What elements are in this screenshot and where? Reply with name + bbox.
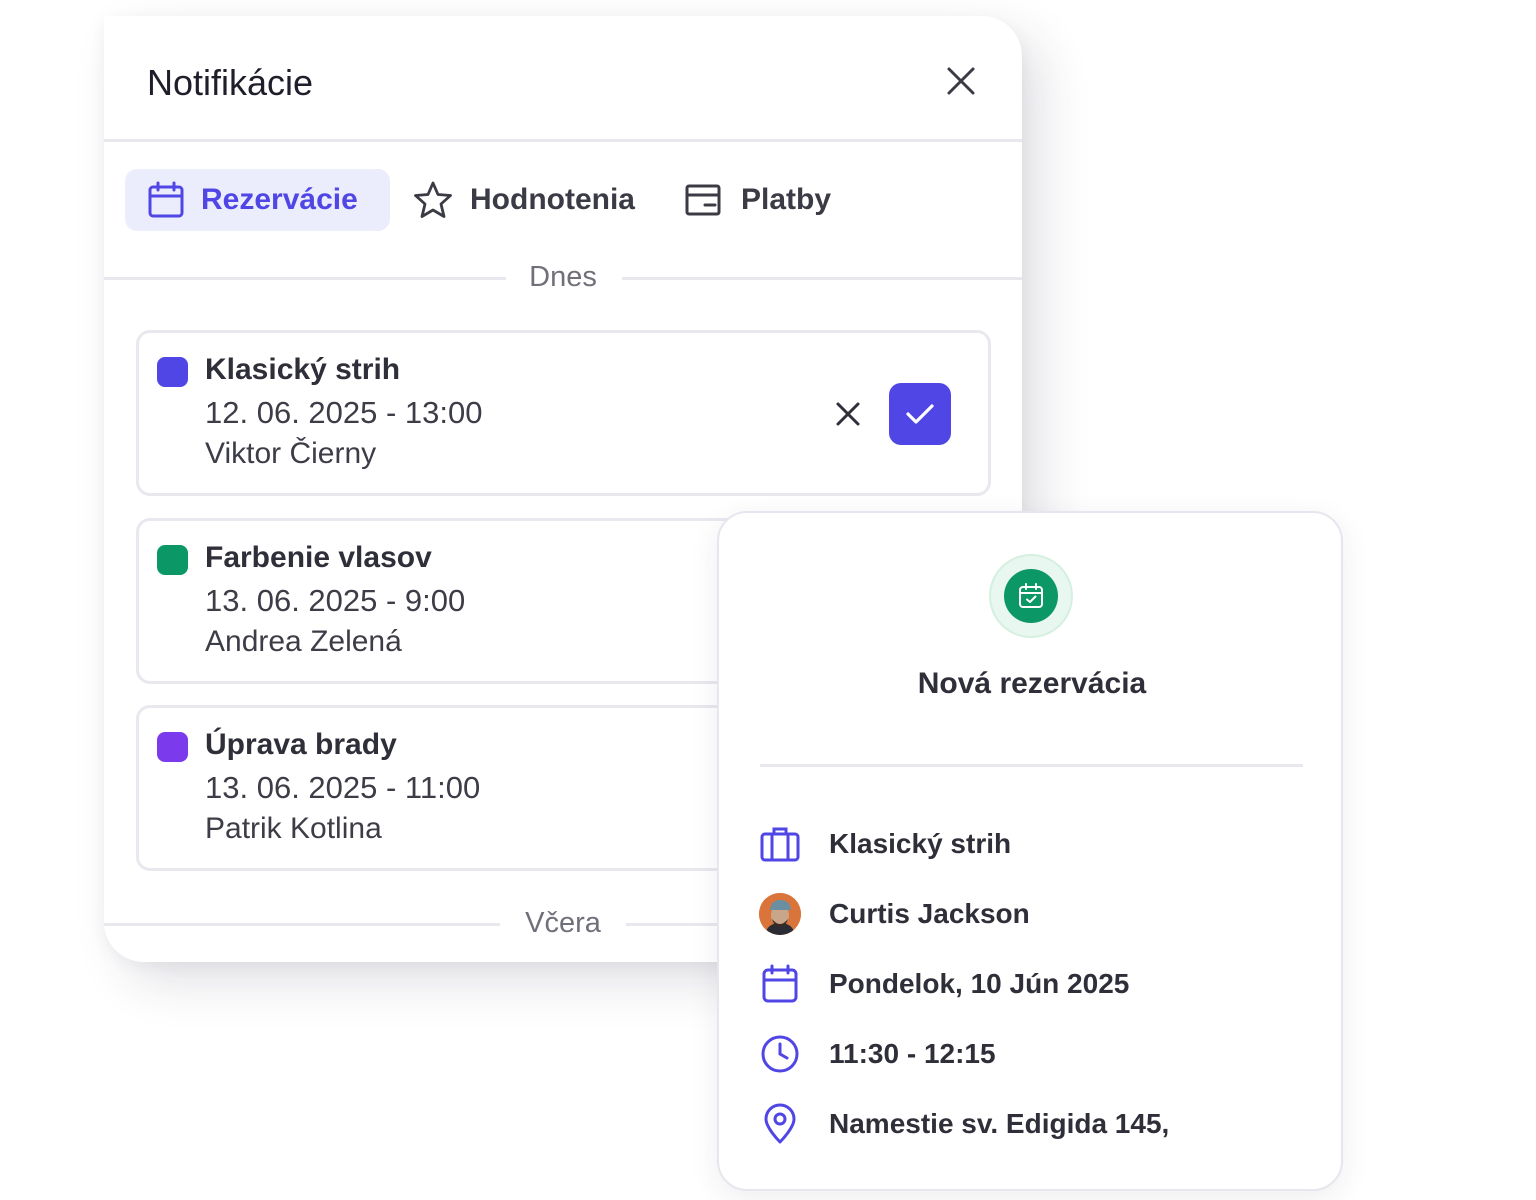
calendar-icon bbox=[762, 964, 798, 1003]
panel-title: Notifikácie bbox=[147, 62, 314, 103]
close-icon bbox=[836, 402, 860, 426]
avatar bbox=[759, 893, 801, 935]
detail-time: 11:30 - 12:15 bbox=[759, 1032, 1319, 1076]
tab-reservations-label: Rezervácie bbox=[201, 183, 358, 216]
new-reservation-popup: Nová rezervácia Klasický strih Curtis Ja… bbox=[717, 511, 1343, 1191]
popup-divider bbox=[760, 764, 1303, 767]
section-divider-today: Dnes bbox=[104, 257, 1022, 297]
tab-reviews-label: Hodnotenia bbox=[470, 183, 635, 216]
card-service: Klasický strih bbox=[205, 353, 401, 386]
detail-client: Curtis Jackson bbox=[759, 892, 1319, 936]
reject-button[interactable] bbox=[833, 399, 863, 429]
card-client: Andrea Zelená bbox=[205, 625, 402, 658]
detail-client-text: Curtis Jackson bbox=[829, 898, 1030, 929]
popup-title: Nová rezervácia bbox=[917, 667, 1147, 700]
section-label-today: Dnes bbox=[529, 261, 597, 293]
detail-date-text: Pondelok, 10 Jún 2025 bbox=[829, 968, 1130, 999]
card-datetime: 13. 06. 2025 - 11:00 bbox=[205, 770, 481, 805]
tab-payments-label: Platby bbox=[741, 183, 832, 216]
accept-button[interactable] bbox=[889, 383, 951, 445]
close-button[interactable] bbox=[944, 64, 978, 98]
section-label-yesterday: Včera bbox=[525, 907, 601, 939]
service-color-dot bbox=[157, 357, 188, 387]
card-service: Úprava brady bbox=[205, 728, 397, 761]
wallet-icon bbox=[685, 184, 721, 216]
detail-address-text: Namestie sv. Edigida 145, bbox=[829, 1108, 1170, 1139]
card-service: Farbenie vlasov bbox=[205, 541, 432, 574]
clock-icon bbox=[761, 1035, 799, 1073]
detail-service: Klasický strih bbox=[759, 822, 1319, 866]
service-color-dot bbox=[157, 545, 188, 575]
detail-date: Pondelok, 10 Jún 2025 bbox=[759, 962, 1319, 1006]
briefcase-icon bbox=[760, 827, 800, 862]
close-icon bbox=[947, 67, 975, 95]
tab-reservations[interactable]: Rezervácie bbox=[125, 169, 390, 231]
stage: Notifikácie Rezervácie Hodnotenia Platby… bbox=[0, 0, 1536, 1200]
panel-header: Notifikácie bbox=[104, 16, 1022, 142]
calendar-check-icon bbox=[1019, 583, 1043, 608]
tab-payments[interactable]: Platby bbox=[685, 169, 855, 231]
star-icon bbox=[414, 181, 452, 218]
service-color-dot bbox=[157, 732, 188, 762]
card-datetime: 12. 06. 2025 - 13:00 bbox=[205, 395, 483, 430]
popup-icon-badge bbox=[989, 554, 1073, 638]
card-datetime: 13. 06. 2025 - 9:00 bbox=[205, 583, 466, 618]
card-client: Viktor Čierny bbox=[205, 437, 377, 470]
detail-service-text: Klasický strih bbox=[829, 828, 1012, 859]
tab-reviews[interactable]: Hodnotenia bbox=[413, 169, 653, 231]
checkmark-icon bbox=[906, 404, 934, 424]
location-pin-icon bbox=[764, 1103, 796, 1144]
detail-address: Namestie sv. Edigida 145, bbox=[759, 1102, 1319, 1146]
notification-card[interactable]: Klasický strih 12. 06. 2025 - 13:00 Vikt… bbox=[136, 330, 991, 496]
detail-time-text: 11:30 - 12:15 bbox=[829, 1038, 996, 1069]
card-client: Patrik Kotlina bbox=[205, 812, 382, 845]
calendar-icon bbox=[148, 181, 184, 218]
